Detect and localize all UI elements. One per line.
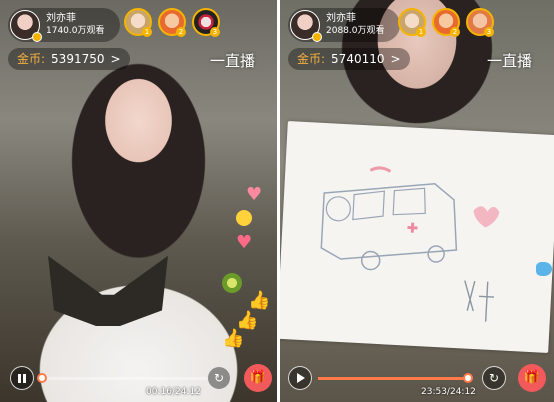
view-count: 1740.0万观看 [46,26,105,36]
verified-badge-icon [312,32,322,42]
progress-handle[interactable] [36,373,47,383]
viewer-rank-badge: 2 [176,27,186,37]
viewer-rank-badge: 3 [484,27,494,37]
gift-button[interactable]: 🎁 [244,364,272,392]
play-icon [297,373,305,383]
playback-progress-bar[interactable] [36,373,208,383]
kiwi-icon [222,273,242,293]
playback-time: 23:53/24:12 [421,387,476,397]
viewer-rank-badge: 1 [142,27,152,37]
live-stream-panel-1: 刘亦菲 1740.0万观看 1 2 3 金币: 5391750 > 一直播 ♥ … [0,0,277,402]
drawing-paper [280,121,554,353]
host-info-box[interactable]: 刘亦菲 1740.0万观看 [8,8,120,42]
viewer-avatar[interactable]: 1 [398,8,426,37]
thumbs-up-icon: 👍 [248,290,271,311]
coin-counter[interactable]: 金币: 5391750 > [8,48,130,70]
coin-label: 金币: [17,52,46,66]
progress-fill [318,377,469,380]
viewer-rank-badge: 1 [416,27,426,37]
view-count: 2088.0万观看 [326,26,385,36]
viewer-avatar[interactable]: 1 [124,8,152,37]
chevron-right-icon: > [110,52,121,66]
live-brand-label: 一直播 [210,52,256,70]
coin-counter[interactable]: 金币: 5740110 > [288,48,410,70]
coin-value: 5740110 [331,52,385,66]
coin-label: 金币: [297,52,326,66]
pause-icon [18,373,26,383]
live-brand-label: 一直播 [487,52,533,70]
viewer-avatar[interactable]: 2 [158,8,186,37]
share-icon: ↻ [488,371,500,385]
gift-icon: 🎁 [249,370,267,385]
share-button[interactable]: ↻ [207,366,231,390]
host-name: 刘亦菲 [46,13,76,24]
top-viewers-list: 1 2 3 [124,8,220,37]
heart-icon: ♥ [246,184,263,205]
viewer-avatar[interactable]: 2 [432,8,460,37]
live-stream-panel-2: 刘亦菲 2088.0万观看 1 2 3 金币: 5740110 > 一直播 23… [280,0,554,402]
play-button[interactable] [288,366,312,390]
screenshot-pair: 刘亦菲 1740.0万观看 1 2 3 金币: 5391750 > 一直播 ♥ … [0,0,554,402]
viewer-avatar[interactable]: 3 [466,8,494,37]
viewer-rank-badge: 2 [450,27,460,37]
viewer-rank-badge: 3 [210,27,220,37]
verified-badge-icon [32,32,42,42]
host-name: 刘亦菲 [326,13,356,24]
pause-button[interactable] [10,366,34,390]
viewer-avatar[interactable]: 3 [192,8,220,37]
gift-icon: 🎁 [523,370,541,385]
share-icon: ↻ [213,371,225,385]
chevron-right-icon: > [390,52,401,66]
thumbs-up-icon: 👍 [222,328,245,349]
top-viewers-list: 1 2 3 [398,8,494,37]
progress-handle[interactable] [463,373,474,383]
bus-drawing [320,166,500,322]
host-info-box[interactable]: 刘亦菲 2088.0万观看 [288,8,400,42]
playback-time: 00:16/24:12 [146,387,201,397]
fish-icon [536,262,552,276]
gift-button[interactable]: 🎁 [518,364,546,392]
playback-progress-bar[interactable] [318,373,474,383]
heart-icon: ♥ [236,232,253,253]
coin-value: 5391750 [51,52,105,66]
share-button[interactable]: ↻ [482,366,506,390]
face-emoji-icon [236,210,252,226]
